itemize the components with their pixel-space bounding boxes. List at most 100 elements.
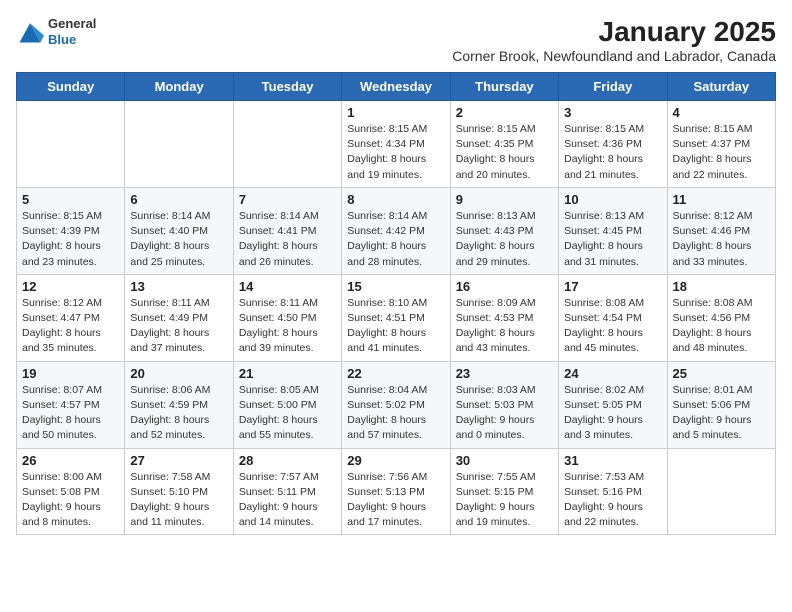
- day-info: Sunrise: 8:01 AM Sunset: 5:06 PM Dayligh…: [673, 383, 770, 444]
- calendar-cell: 27 Sunrise: 7:58 AM Sunset: 5:10 PM Dayli…: [125, 448, 233, 535]
- day-number: 4: [673, 105, 770, 120]
- day-number: 7: [239, 192, 336, 207]
- calendar-week-row: 12Sunrise: 8:12 AM Sunset: 4:47 PM Dayli…: [17, 274, 776, 361]
- calendar-cell: 31Sunrise: 7:53 AM Sunset: 5:16 PM Dayli…: [559, 448, 667, 535]
- day-info: Sunrise: 8:03 AM Sunset: 5:03 PM Dayligh…: [456, 383, 553, 444]
- day-info: Sunrise: 8:15 AM Sunset: 4:36 PM Dayligh…: [564, 122, 661, 183]
- day-number: 24: [564, 366, 661, 381]
- weekday-header-thursday: Thursday: [450, 73, 558, 101]
- day-number: 6: [130, 192, 227, 207]
- day-info: Sunrise: 8:12 AM Sunset: 4:46 PM Dayligh…: [673, 209, 770, 270]
- day-info: Sunrise: 8:14 AM Sunset: 4:40 PM Dayligh…: [130, 209, 227, 270]
- day-number: 19: [22, 366, 119, 381]
- day-info: Sunrise: 8:08 AM Sunset: 4:56 PM Dayligh…: [673, 296, 770, 357]
- day-number: 9: [456, 192, 553, 207]
- day-number: 30: [456, 453, 553, 468]
- day-number: 12: [22, 279, 119, 294]
- day-info: Sunrise: 7:55 AM Sunset: 5:15 PM Dayligh…: [456, 470, 553, 531]
- page-header: General Blue January 2025 Corner Brook, …: [16, 16, 776, 64]
- day-number: 16: [456, 279, 553, 294]
- day-info: Sunrise: 8:02 AM Sunset: 5:05 PM Dayligh…: [564, 383, 661, 444]
- logo-text: General Blue: [48, 16, 96, 47]
- calendar-cell: 18 Sunrise: 8:08 AM Sunset: 4:56 PM Dayli…: [667, 274, 775, 361]
- calendar-cell: 6 Sunrise: 8:14 AM Sunset: 4:40 PM Daylig…: [125, 187, 233, 274]
- day-info: Sunrise: 7:56 AM Sunset: 5:13 PM Dayligh…: [347, 470, 444, 531]
- day-number: 22: [347, 366, 444, 381]
- page-title: January 2025: [452, 16, 776, 48]
- weekday-header-sunday: Sunday: [17, 73, 125, 101]
- day-info: Sunrise: 8:04 AM Sunset: 5:02 PM Dayligh…: [347, 383, 444, 444]
- calendar-cell: 20 Sunrise: 8:06 AM Sunset: 4:59 PM Dayli…: [125, 361, 233, 448]
- weekday-header-saturday: Saturday: [667, 73, 775, 101]
- day-number: 8: [347, 192, 444, 207]
- day-number: 25: [673, 366, 770, 381]
- page-subtitle: Corner Brook, Newfoundland and Labrador,…: [452, 48, 776, 64]
- title-block: January 2025 Corner Brook, Newfoundland …: [452, 16, 776, 64]
- calendar-cell: 13Sunrise: 8:11 AM Sunset: 4:49 PM Dayli…: [125, 274, 233, 361]
- day-info: Sunrise: 8:15 AM Sunset: 4:35 PM Dayligh…: [456, 122, 553, 183]
- calendar-cell: [125, 101, 233, 188]
- calendar-cell: 17 Sunrise: 8:08 AM Sunset: 4:54 PM Dayli…: [559, 274, 667, 361]
- day-number: 15: [347, 279, 444, 294]
- day-info: Sunrise: 8:05 AM Sunset: 5:00 PM Dayligh…: [239, 383, 336, 444]
- calendar-cell: [667, 448, 775, 535]
- calendar-cell: 4 Sunrise: 8:15 AM Sunset: 4:37 PM Daylig…: [667, 101, 775, 188]
- day-number: 3: [564, 105, 661, 120]
- day-number: 28: [239, 453, 336, 468]
- day-info: Sunrise: 8:15 AM Sunset: 4:34 PM Dayligh…: [347, 122, 444, 183]
- day-info: Sunrise: 8:06 AM Sunset: 4:59 PM Dayligh…: [130, 383, 227, 444]
- day-info: Sunrise: 7:53 AM Sunset: 5:16 PM Dayligh…: [564, 470, 661, 531]
- day-number: 18: [673, 279, 770, 294]
- day-info: Sunrise: 8:00 AM Sunset: 5:08 PM Dayligh…: [22, 470, 119, 531]
- day-number: 14: [239, 279, 336, 294]
- logo-icon: [16, 18, 44, 46]
- calendar-week-row: 26 Sunrise: 8:00 AM Sunset: 5:08 PM Dayli…: [17, 448, 776, 535]
- calendar-cell: 22 Sunrise: 8:04 AM Sunset: 5:02 PM Dayli…: [342, 361, 450, 448]
- calendar-cell: 30 Sunrise: 7:55 AM Sunset: 5:15 PM Dayli…: [450, 448, 558, 535]
- calendar-table: SundayMondayTuesdayWednesdayThursdayFrid…: [16, 72, 776, 535]
- calendar-cell: 3 Sunrise: 8:15 AM Sunset: 4:36 PM Daylig…: [559, 101, 667, 188]
- day-number: 1: [347, 105, 444, 120]
- logo-blue: Blue: [48, 32, 96, 48]
- day-number: 29: [347, 453, 444, 468]
- calendar-cell: 8Sunrise: 8:14 AM Sunset: 4:42 PM Daylig…: [342, 187, 450, 274]
- calendar-cell: 16 Sunrise: 8:09 AM Sunset: 4:53 PM Dayli…: [450, 274, 558, 361]
- day-info: Sunrise: 8:15 AM Sunset: 4:39 PM Dayligh…: [22, 209, 119, 270]
- day-info: Sunrise: 8:14 AM Sunset: 4:41 PM Dayligh…: [239, 209, 336, 270]
- day-number: 27: [130, 453, 227, 468]
- day-info: Sunrise: 8:09 AM Sunset: 4:53 PM Dayligh…: [456, 296, 553, 357]
- day-number: 17: [564, 279, 661, 294]
- calendar-cell: 24 Sunrise: 8:02 AM Sunset: 5:05 PM Dayli…: [559, 361, 667, 448]
- calendar-cell: 2Sunrise: 8:15 AM Sunset: 4:35 PM Daylig…: [450, 101, 558, 188]
- day-info: Sunrise: 7:57 AM Sunset: 5:11 PM Dayligh…: [239, 470, 336, 531]
- day-info: Sunrise: 7:58 AM Sunset: 5:10 PM Dayligh…: [130, 470, 227, 531]
- weekday-header-tuesday: Tuesday: [233, 73, 341, 101]
- weekday-header-row: SundayMondayTuesdayWednesdayThursdayFrid…: [17, 73, 776, 101]
- day-number: 26: [22, 453, 119, 468]
- day-info: Sunrise: 8:08 AM Sunset: 4:54 PM Dayligh…: [564, 296, 661, 357]
- calendar-cell: 23 Sunrise: 8:03 AM Sunset: 5:03 PM Dayli…: [450, 361, 558, 448]
- logo-general: General: [48, 16, 96, 32]
- day-number: 10: [564, 192, 661, 207]
- weekday-header-wednesday: Wednesday: [342, 73, 450, 101]
- calendar-cell: 7 Sunrise: 8:14 AM Sunset: 4:41 PM Daylig…: [233, 187, 341, 274]
- calendar-cell: 11 Sunrise: 8:12 AM Sunset: 4:46 PM Dayli…: [667, 187, 775, 274]
- day-info: Sunrise: 8:11 AM Sunset: 4:50 PM Dayligh…: [239, 296, 336, 357]
- calendar-cell: 25 Sunrise: 8:01 AM Sunset: 5:06 PM Dayli…: [667, 361, 775, 448]
- day-number: 21: [239, 366, 336, 381]
- calendar-cell: 19Sunrise: 8:07 AM Sunset: 4:57 PM Dayli…: [17, 361, 125, 448]
- day-info: Sunrise: 8:13 AM Sunset: 4:43 PM Dayligh…: [456, 209, 553, 270]
- day-number: 11: [673, 192, 770, 207]
- calendar-cell: 26 Sunrise: 8:00 AM Sunset: 5:08 PM Dayli…: [17, 448, 125, 535]
- day-number: 13: [130, 279, 227, 294]
- day-info: Sunrise: 8:15 AM Sunset: 4:37 PM Dayligh…: [673, 122, 770, 183]
- day-number: 23: [456, 366, 553, 381]
- calendar-cell: [17, 101, 125, 188]
- calendar-week-row: 1 Sunrise: 8:15 AM Sunset: 4:34 PM Daylig…: [17, 101, 776, 188]
- calendar-cell: 5Sunrise: 8:15 AM Sunset: 4:39 PM Daylig…: [17, 187, 125, 274]
- calendar-cell: 28 Sunrise: 7:57 AM Sunset: 5:11 PM Dayli…: [233, 448, 341, 535]
- weekday-header-monday: Monday: [125, 73, 233, 101]
- calendar-cell: 29 Sunrise: 7:56 AM Sunset: 5:13 PM Dayli…: [342, 448, 450, 535]
- day-number: 20: [130, 366, 227, 381]
- calendar-cell: 9 Sunrise: 8:13 AM Sunset: 4:43 PM Daylig…: [450, 187, 558, 274]
